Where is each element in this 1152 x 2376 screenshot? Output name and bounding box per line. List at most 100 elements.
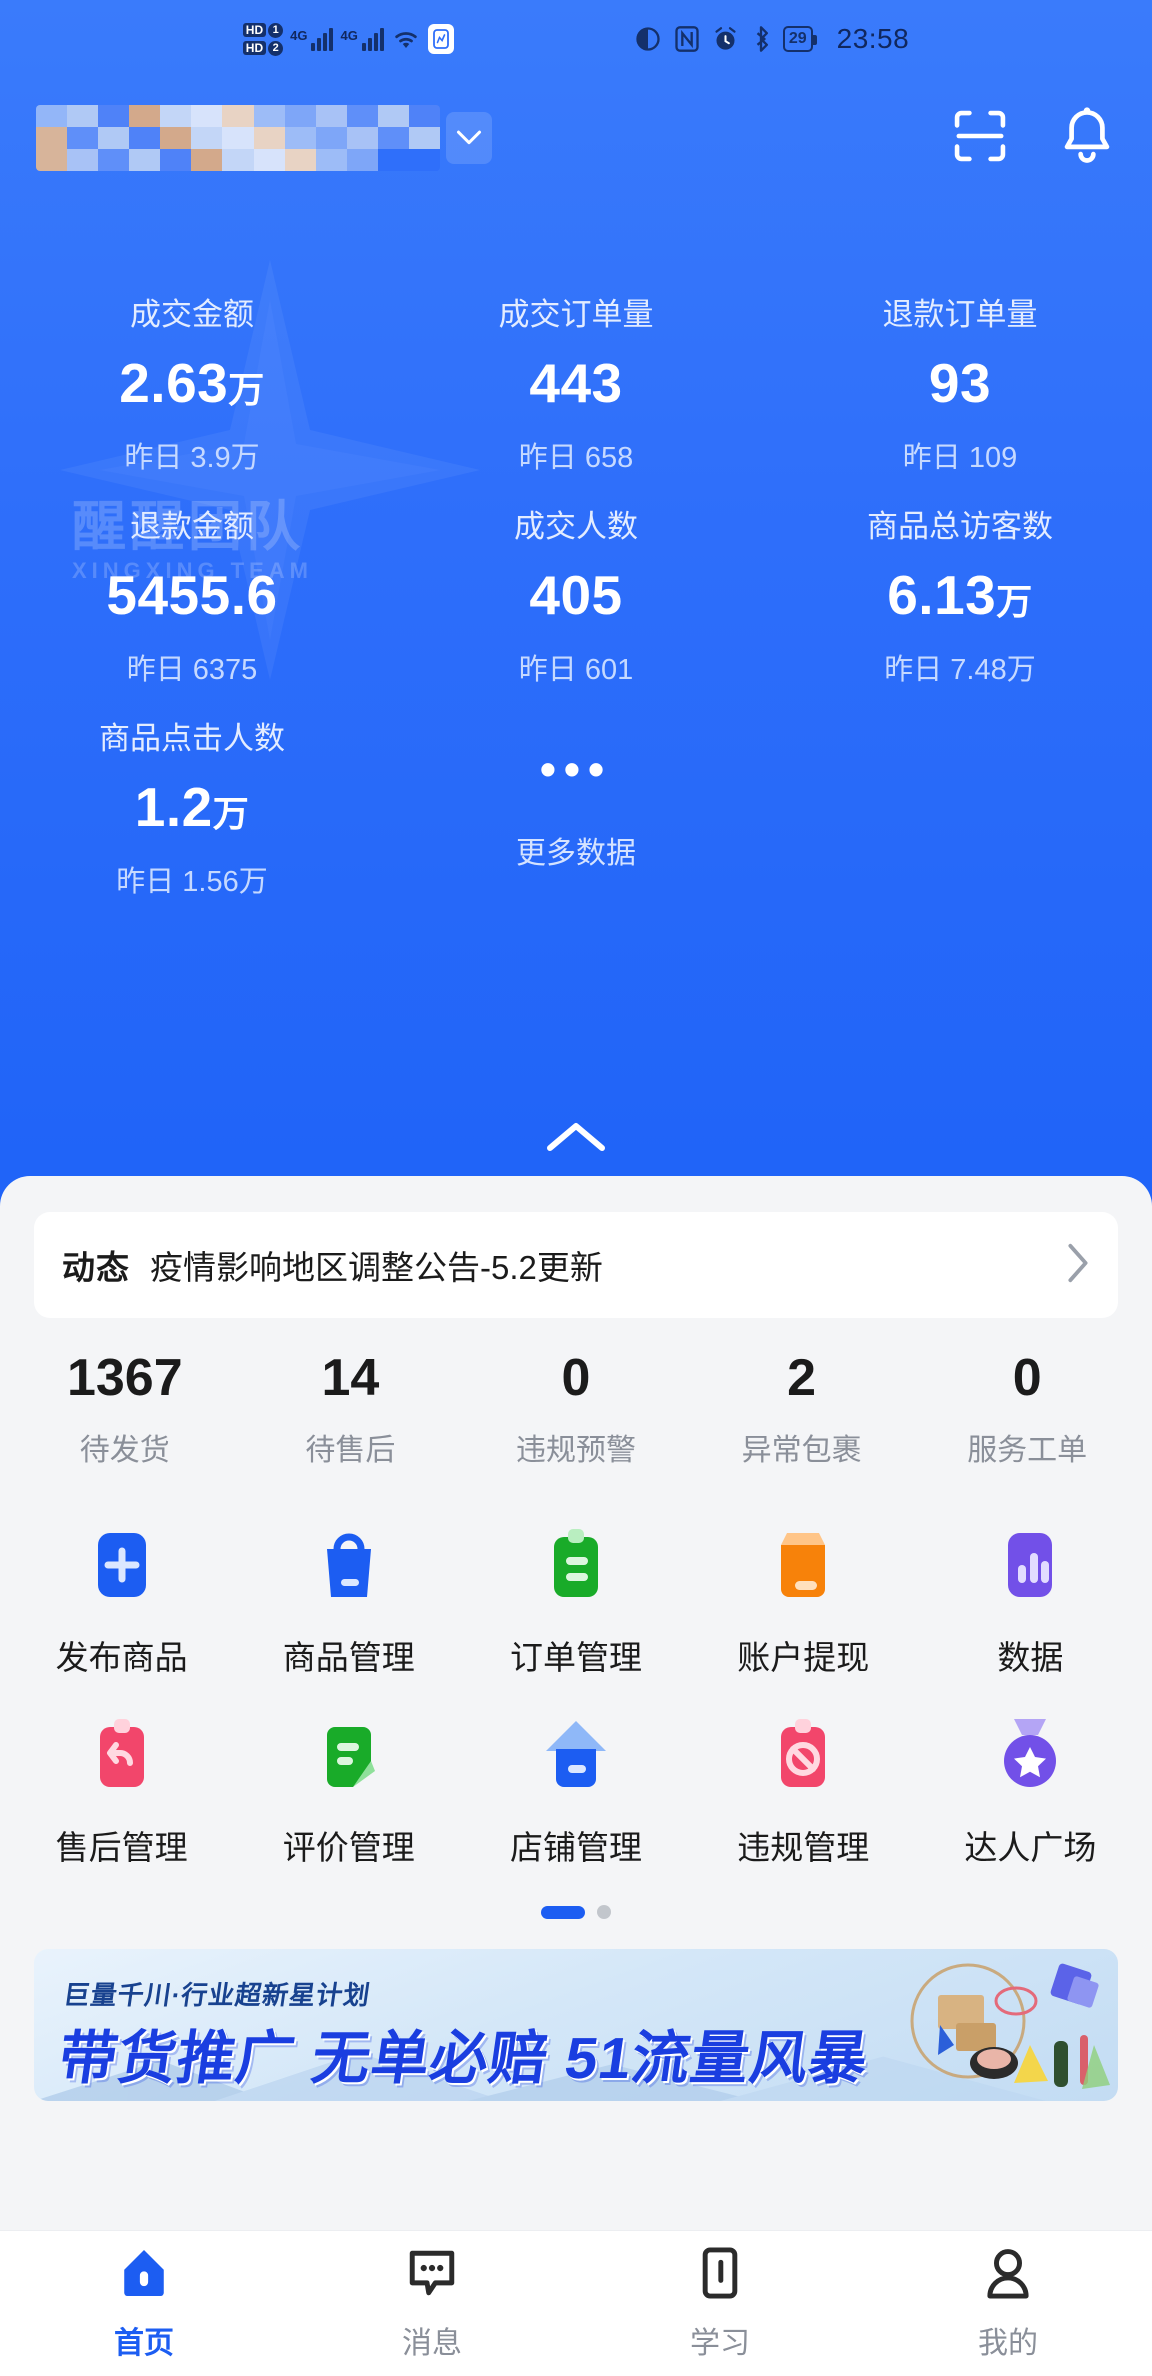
mosaic-tile: [222, 105, 254, 127]
more-dots-icon: •••: [539, 742, 613, 795]
quick-action-talent-medal[interactable]: 达人广场: [917, 1703, 1144, 1869]
task-counter[interactable]: 2 异常包裹: [689, 1349, 915, 1469]
promo-banner[interactable]: 巨量千川·行业超新星计划 带货推广 无单必赔 51流量风暴: [34, 1949, 1118, 2102]
quick-action-label: 店铺管理: [509, 1829, 642, 1867]
stat-card[interactable]: 成交金额 2.63万 昨日 3.9万: [0, 278, 384, 490]
order-clipboard-icon: [462, 1513, 689, 1617]
shop-switcher[interactable]: [36, 105, 492, 171]
tab-study[interactable]: 学习: [576, 2231, 864, 2376]
message-icon: [404, 2245, 460, 2306]
stat-label: 退款订单量: [882, 297, 1038, 332]
task-counter-label: 异常包裹: [741, 1434, 862, 1468]
mosaic-tile: [98, 105, 130, 127]
quick-action-review-pencil[interactable]: 评价管理: [235, 1703, 462, 1869]
quick-action-product-bag[interactable]: 商品管理: [235, 1513, 462, 1679]
mosaic-tile: [67, 149, 99, 171]
stat-card[interactable]: 退款订单量 93 昨日 109: [768, 278, 1152, 490]
bell-icon[interactable]: [1058, 105, 1116, 172]
mosaic-tile: [253, 149, 285, 171]
announcement-banner[interactable]: 动态 疫情影响地区调整公告-5.2更新: [34, 1212, 1118, 1318]
task-counter-label: 服务工单: [967, 1434, 1088, 1468]
hd2-icon: HD 2: [242, 40, 284, 56]
collapse-stats-button[interactable]: [0, 1118, 1152, 1156]
quick-action-violation-ban[interactable]: 违规管理: [690, 1703, 917, 1869]
profile-icon: [980, 2245, 1036, 2306]
mosaic-tile: [284, 105, 316, 127]
stat-yesterday: 昨日 658: [518, 441, 634, 474]
tab-label: 首页: [114, 2327, 174, 2360]
header-actions: [950, 105, 1116, 172]
quick-action-order-clipboard[interactable]: 订单管理: [462, 1513, 689, 1679]
stat-card[interactable]: 退款金额 5455.6 昨日 6375: [0, 490, 384, 702]
mosaic-tile: [98, 127, 130, 149]
stat-label: 成交金额: [130, 297, 254, 332]
tab-profile[interactable]: 我的: [864, 2231, 1152, 2376]
quick-action-publish-product[interactable]: 发布商品: [8, 1513, 235, 1679]
pager-active-dot: [541, 1905, 585, 1919]
app-indicator-icon: [427, 24, 454, 54]
mosaic-tile: [129, 149, 161, 171]
hd-indicators: HD 1 HD 2: [242, 22, 284, 56]
tab-home[interactable]: 首页: [0, 2231, 288, 2376]
mosaic-tile: [284, 127, 316, 149]
stat-label: 成交订单量: [498, 297, 654, 332]
stat-label: 商品点击人数: [99, 720, 285, 756]
task-counter-label: 待售后: [305, 1434, 396, 1468]
signal-sim1-icon: 4G: [290, 27, 334, 51]
stat-card[interactable]: 成交订单量 443 昨日 658: [384, 278, 768, 490]
pager-dot: [597, 1905, 611, 1920]
stat-yesterday: 昨日 1.56万: [116, 865, 268, 898]
dashboard-hero: 醒醒团队 XINGXING TEAM HD 1 HD 2 4G 4G 29 23…: [0, 0, 1152, 1215]
announcement-badge: 动态: [62, 1241, 130, 1289]
stat-card[interactable]: 商品点击人数 1.2万 昨日 1.56万: [0, 702, 384, 914]
mosaic-tile: [408, 105, 440, 127]
task-counter[interactable]: 0 服务工单: [914, 1349, 1140, 1469]
quick-action-wallet-withdraw[interactable]: 账户提现: [690, 1513, 917, 1679]
violation-ban-icon: [690, 1703, 917, 1807]
mosaic-tile: [129, 127, 161, 149]
mosaic-tile: [160, 105, 192, 127]
chevron-down-icon[interactable]: [446, 112, 492, 164]
quick-action-data-chart[interactable]: 数据: [917, 1513, 1144, 1679]
product-bag-icon: [235, 1513, 462, 1617]
wallet-withdraw-icon: [690, 1513, 917, 1617]
signal-sim2-icon: 4G: [340, 27, 384, 51]
mosaic-tile: [160, 127, 192, 149]
task-counter-value: 0: [1012, 1349, 1042, 1407]
mosaic-tile: [222, 127, 254, 149]
stat-yesterday: 昨日 3.9万: [124, 441, 260, 474]
more-data-button[interactable]: ••• 更多数据: [384, 702, 768, 914]
task-counter[interactable]: 14 待售后: [238, 1349, 464, 1469]
task-counter[interactable]: 0 违规预警: [463, 1349, 689, 1469]
quick-action-shop-house[interactable]: 店铺管理: [462, 1703, 689, 1869]
stat-value: 443: [529, 352, 623, 415]
quick-action-label: 商品管理: [282, 1639, 415, 1677]
scan-icon[interactable]: [950, 106, 1010, 171]
mosaic-tile: [253, 105, 285, 127]
announcement-text: 疫情影响地区调整公告-5.2更新: [150, 1249, 603, 1286]
chevron-right-icon: [1066, 1242, 1090, 1289]
mosaic-tile: [315, 149, 347, 171]
stat-unit: 万: [228, 369, 265, 411]
promo-banner-title: 带货推广 无单必赔 51流量风暴: [54, 2026, 873, 2092]
tab-message[interactable]: 消息: [288, 2231, 576, 2376]
mosaic-tile: [253, 127, 285, 149]
stat-value: 5455.6: [106, 564, 278, 627]
stat-yesterday: 昨日 109: [902, 441, 1018, 474]
task-counter-value: 0: [561, 1349, 591, 1407]
stat-card[interactable]: 成交人数 405 昨日 601: [384, 490, 768, 702]
quick-action-label: 账户提现: [737, 1639, 870, 1677]
stat-value: 6.13万: [887, 564, 1033, 627]
review-pencil-icon: [235, 1703, 462, 1807]
quick-actions-pager[interactable]: [0, 1905, 1152, 1920]
task-counter[interactable]: 1367 待发货: [12, 1349, 238, 1469]
mosaic-tile: [377, 149, 409, 171]
mosaic-tile: [315, 127, 347, 149]
quick-action-after-sale-return[interactable]: 售后管理: [8, 1703, 235, 1869]
stat-value: 93: [928, 352, 992, 415]
alarm-icon: [715, 26, 736, 50]
quick-action-label: 订单管理: [509, 1639, 642, 1677]
quick-action-label: 评价管理: [282, 1829, 415, 1867]
stat-card[interactable]: 商品总访客数 6.13万 昨日 7.48万: [768, 490, 1152, 702]
tab-label: 学习: [690, 2327, 750, 2360]
